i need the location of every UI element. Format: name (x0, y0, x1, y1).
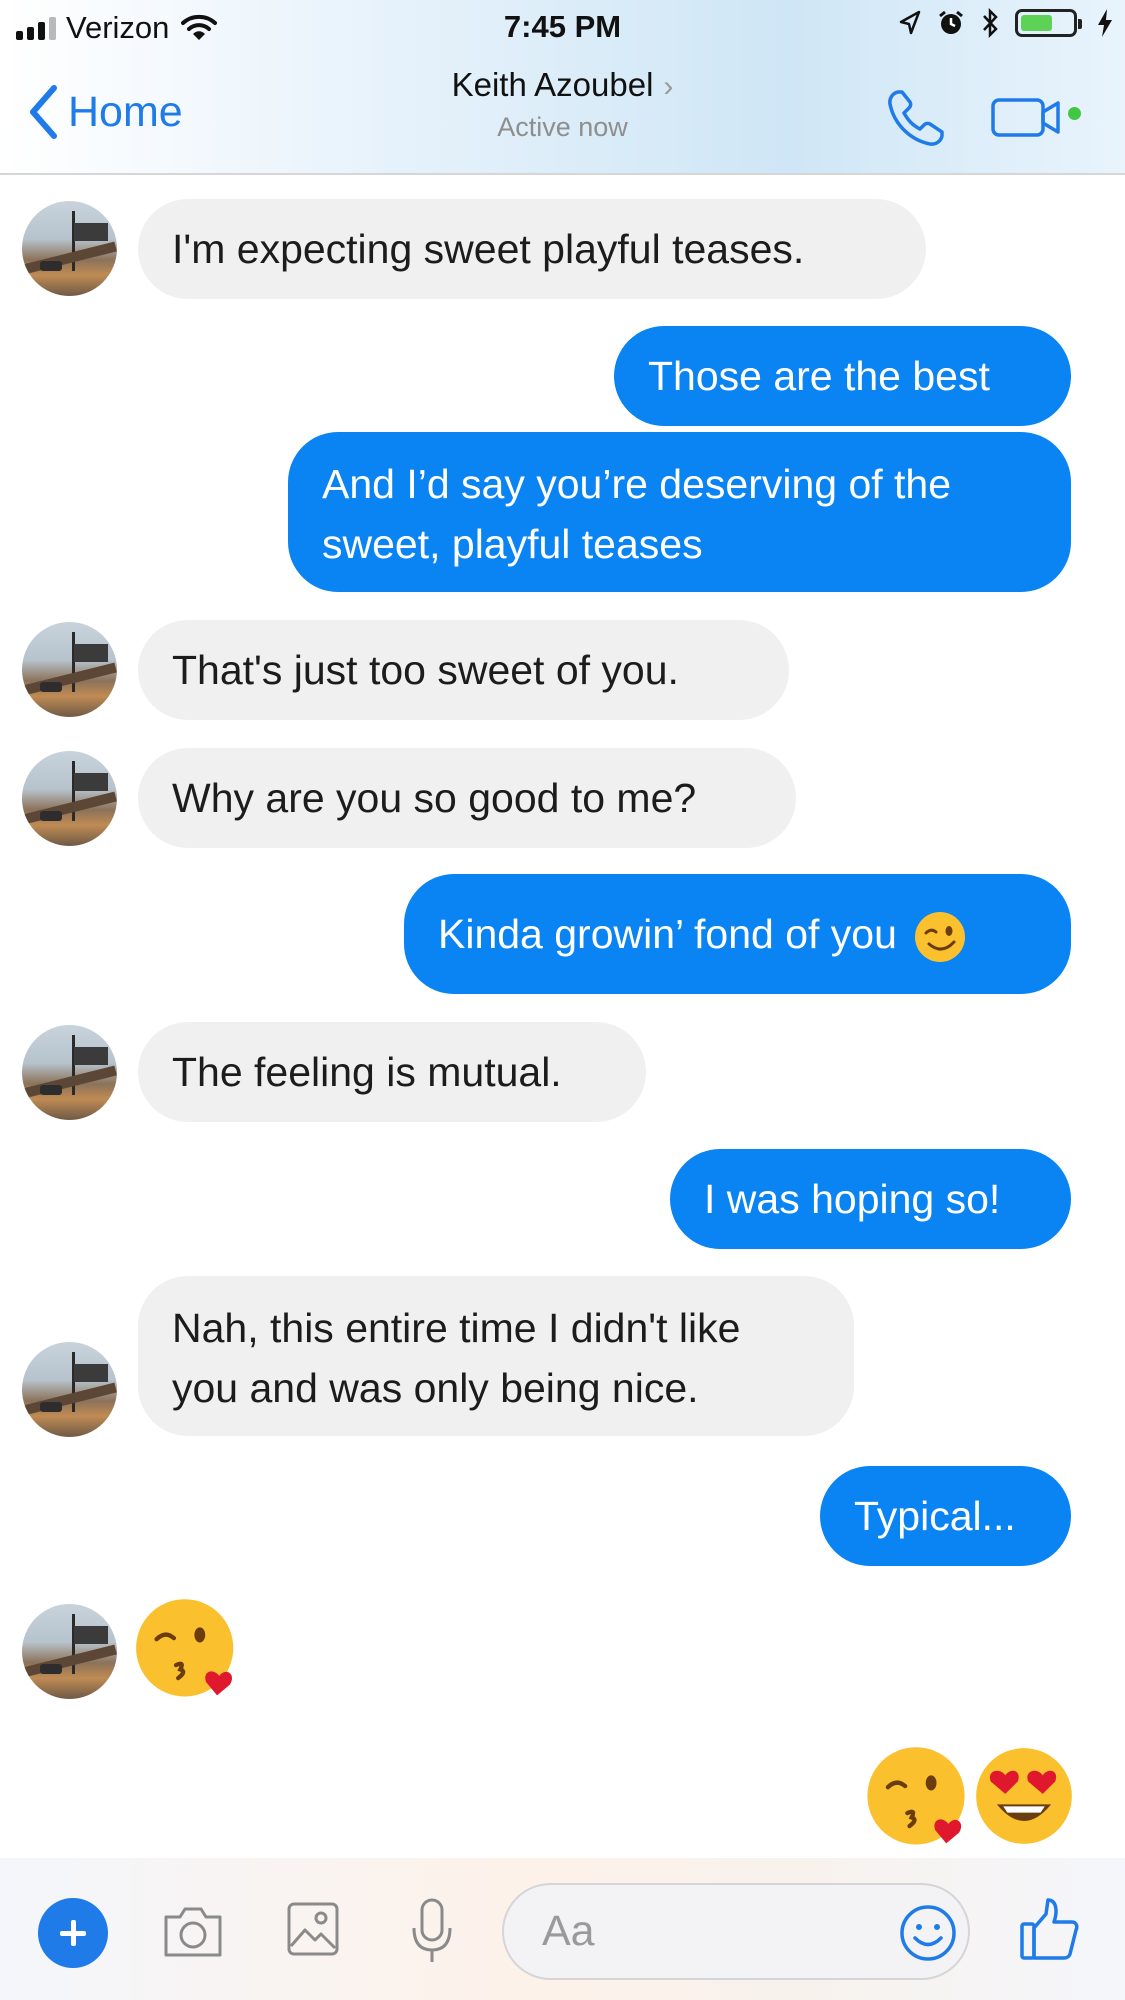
message-line: And I’d say you’re deserving of the (322, 461, 952, 507)
outgoing-message[interactable]: Typical... (820, 1466, 1071, 1566)
online-dot (1068, 107, 1081, 120)
chevron-right-icon: › (663, 70, 674, 103)
winking-face-icon (915, 912, 966, 963)
message-text: Kinda growin’ fond of you (438, 911, 897, 957)
camera-icon[interactable] (160, 1901, 226, 1961)
thumbs-up-icon[interactable] (1018, 1896, 1080, 1962)
contact-avatar[interactable] (22, 1342, 117, 1437)
incoming-message[interactable]: That's just too sweet of you. (138, 620, 789, 720)
location-arrow-icon (899, 10, 921, 35)
microphone-icon[interactable] (408, 1896, 456, 1966)
message-line: Nah, this entire time I didn't like (172, 1305, 741, 1351)
gallery-icon[interactable] (285, 1900, 341, 1958)
outgoing-message[interactable]: And I’d say you’re deserving of the swee… (288, 432, 1071, 592)
emoji-smile-icon[interactable] (898, 1903, 958, 1963)
alarm-icon (939, 10, 963, 34)
contact-info[interactable]: Keith Azoubel › Active now (0, 66, 1125, 143)
heart-eyes-icon[interactable] (972, 1744, 1076, 1848)
incoming-message[interactable]: Nah, this entire time I didn't like you … (138, 1276, 854, 1436)
outgoing-message[interactable]: Those are the best (614, 326, 1071, 426)
input-placeholder: Aa (542, 1907, 595, 1955)
top-bar: Verizon 7:45 PM Home Keith Azoubel › Act… (0, 0, 1125, 175)
bluetooth-icon (983, 8, 998, 38)
face-blowing-kiss-icon[interactable] (862, 1744, 970, 1852)
contact-name: Keith Azoubel (451, 66, 654, 103)
contact-avatar[interactable] (22, 1604, 117, 1699)
battery-icon (1015, 9, 1082, 37)
contact-avatar[interactable] (22, 622, 117, 717)
plus-icon[interactable] (38, 1898, 108, 1968)
outgoing-message[interactable]: I was hoping so! (670, 1149, 1071, 1249)
incoming-message[interactable]: The feeling is mutual. (138, 1022, 646, 1122)
face-blowing-kiss-icon[interactable] (135, 1596, 243, 1704)
status-bar: Verizon 7:45 PM (0, 0, 1125, 56)
incoming-message[interactable]: I'm expecting sweet playful teases. (138, 199, 926, 299)
message-line: you and was only being nice. (172, 1365, 699, 1411)
video-camera-icon[interactable] (990, 94, 1068, 140)
message-input[interactable]: Aa (502, 1883, 970, 1980)
contact-avatar[interactable] (22, 1025, 117, 1120)
message-line: sweet, playful teases (322, 521, 703, 567)
contact-avatar[interactable] (22, 751, 117, 846)
outgoing-message[interactable]: Kinda growin’ fond of you (404, 874, 1071, 994)
phone-icon[interactable] (884, 86, 948, 150)
incoming-message[interactable]: Why are you so good to me? (138, 748, 796, 848)
charging-bolt-icon (1098, 9, 1112, 37)
chat-header: Home Keith Azoubel › Active now (0, 56, 1125, 175)
contact-status: Active now (497, 112, 628, 142)
contact-avatar[interactable] (22, 201, 117, 296)
